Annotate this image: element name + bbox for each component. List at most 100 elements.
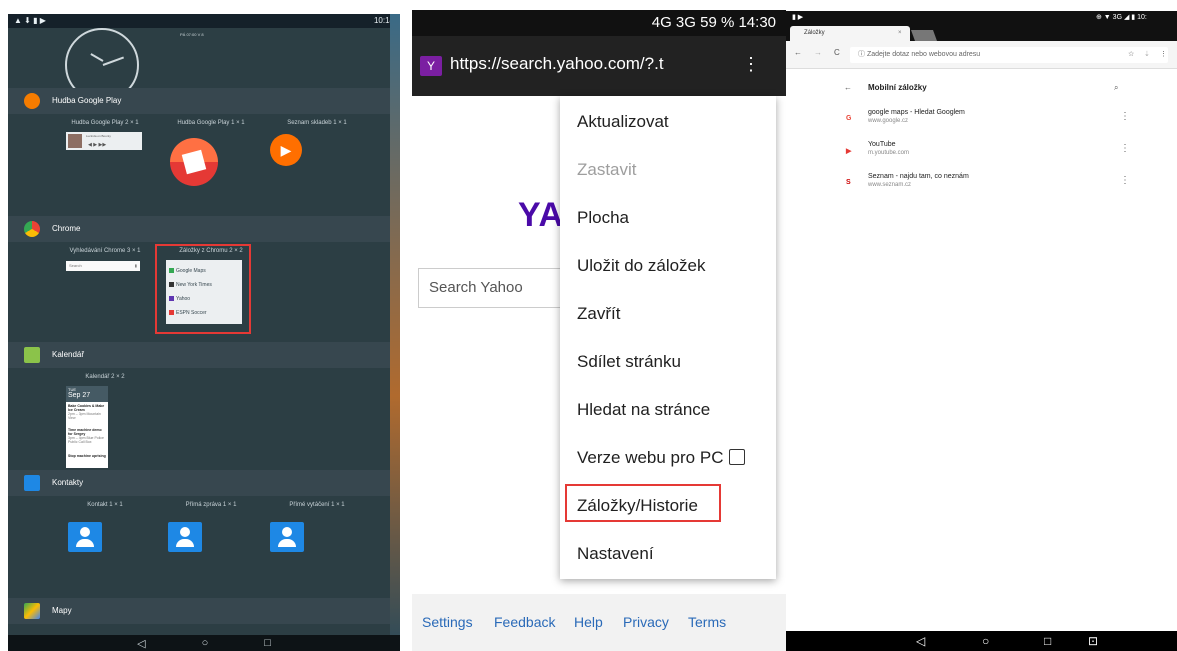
contacts-icon bbox=[24, 475, 40, 491]
direct-dial-widget-icon[interactable] bbox=[270, 522, 304, 552]
back-arrow-icon[interactable]: ← bbox=[844, 83, 852, 92]
playlist-play-icon[interactable]: ▶ bbox=[270, 134, 302, 166]
menu-item-desktop-site[interactable]: Verze webu pro PC bbox=[577, 448, 746, 468]
widget-title: Kalendář 2 × 2 bbox=[85, 374, 125, 380]
tablet-menu-icon[interactable]: ⋮ bbox=[1160, 47, 1167, 63]
status-left-icons: ▲ ⬇ ▮ ▶ bbox=[14, 16, 46, 25]
tab-bookmarks[interactable]: Záložky × bbox=[790, 26, 910, 41]
screenshot-icon[interactable]: ⊡ bbox=[1088, 634, 1098, 648]
bookmark-title: YouTube bbox=[868, 141, 896, 148]
chrome-search-widget[interactable]: Search ▮ bbox=[66, 261, 140, 271]
nav-bar: ◁ ○ □ bbox=[8, 635, 400, 651]
play-music-logo-icon[interactable] bbox=[170, 138, 218, 186]
bookmark-item[interactable]: YouTube m.youtube.com bbox=[868, 141, 909, 156]
back-icon[interactable]: ◁ bbox=[916, 634, 925, 648]
calendar-event: Bake Cookies & Make Ice Cream 2pm – 3pm M… bbox=[68, 404, 105, 420]
playback-controls-icon: ◀ ▶ ▶▶ bbox=[88, 142, 107, 148]
menu-item-home[interactable]: Plocha bbox=[577, 208, 629, 228]
recents-icon[interactable]: □ bbox=[264, 637, 271, 649]
bookmark-menu-icon[interactable]: ⋮ bbox=[1120, 143, 1130, 154]
tab-title: Záložky bbox=[804, 30, 825, 36]
home-icon[interactable]: ○ bbox=[202, 637, 209, 649]
widget-title: Hudba Google Play 2 × 1 bbox=[71, 120, 139, 126]
footer-link-terms[interactable]: Terms bbox=[688, 614, 726, 630]
calendar-widget-preview[interactable]: TUE Sep 27 Bake Cookies & Make Ice Cream… bbox=[66, 386, 108, 468]
back-icon[interactable]: ◁ bbox=[137, 637, 145, 650]
omnibox-placeholder: Zadejte dotaz nebo webovou adresu bbox=[866, 51, 981, 58]
section-header-music: Hudba Google Play bbox=[8, 88, 390, 114]
section-header-calendar: Kalendář bbox=[8, 342, 390, 368]
yahoo-logo: YA bbox=[518, 196, 565, 234]
widget-title: Hudba Google Play 1 × 1 bbox=[177, 120, 245, 126]
bookmark-title: google maps - Hledat Googlem bbox=[868, 109, 965, 116]
highlight-box bbox=[155, 244, 251, 334]
info-icon: ⓘ bbox=[858, 51, 867, 58]
menu-item-share[interactable]: Sdílet stránku bbox=[577, 352, 681, 372]
bookmark-item[interactable]: Seznam - najdu tam, co neznám www.seznam… bbox=[868, 173, 969, 188]
section-header-chrome: Chrome bbox=[8, 216, 390, 242]
direct-message-widget-icon[interactable] bbox=[168, 522, 202, 552]
footer-link-settings[interactable]: Settings bbox=[422, 614, 473, 630]
search-icon[interactable]: ⌕ bbox=[1114, 83, 1118, 93]
star-icon[interactable]: ☆ bbox=[1128, 47, 1134, 63]
bookmarks-section-title: Mobilní záložky bbox=[868, 83, 927, 92]
tablet-top-bar: ▮ ▶ ⊕ ▼ 3G ◢ ▮ 10: Záložky × bbox=[786, 11, 1177, 41]
highlight-box bbox=[565, 484, 721, 522]
widget-title: Seznam skladeb 1 × 1 bbox=[287, 120, 347, 126]
page-footer: Settings Feedback Help Privacy Terms bbox=[412, 594, 786, 651]
music-mini-text: Lucinda on Bounty bbox=[86, 134, 111, 138]
footer-link-privacy[interactable]: Privacy bbox=[623, 614, 669, 630]
back-arrow-icon[interactable]: ← bbox=[794, 48, 802, 57]
widget-title: Přímé vytáčení 1 × 1 bbox=[289, 502, 345, 508]
new-tab-button[interactable] bbox=[910, 30, 938, 41]
calendar-event: Time machine demo for Sergey 3pm – 4pm Bl… bbox=[68, 428, 104, 444]
calendar-day: Sep 27 bbox=[68, 392, 91, 399]
bookmark-menu-icon[interactable]: ⋮ bbox=[1120, 175, 1130, 186]
recents-icon[interactable]: □ bbox=[1044, 634, 1051, 648]
section-title: Kalendář bbox=[52, 350, 85, 359]
site-lock-icon: Y bbox=[420, 56, 442, 76]
home-icon[interactable]: ○ bbox=[982, 634, 989, 648]
widget-picker-panel: ▲ ⬇ ▮ ▶ 10:14 PÁ 07:00 V 8 Hudba Google … bbox=[8, 14, 400, 651]
widget-title: Vyhledávání Chrome 3 × 1 bbox=[69, 248, 141, 254]
reload-icon[interactable]: C bbox=[834, 48, 840, 57]
phone-browser-panel: 4G 3G 59 % 14:30 Y https://search.yahoo.… bbox=[412, 10, 786, 651]
seznam-favicon-icon: S bbox=[846, 179, 851, 186]
menu-item-find[interactable]: Hledat na stránce bbox=[577, 400, 710, 420]
music-widget-preview[interactable]: Lucinda on Bounty ◀ ▶ ▶▶ bbox=[66, 132, 142, 150]
bookmark-url: www.seznam.cz bbox=[868, 182, 912, 188]
bookmark-menu-icon[interactable]: ⋮ bbox=[1120, 111, 1130, 122]
chrome-icon bbox=[24, 221, 40, 237]
bookmark-item[interactable]: google maps - Hledat Googlem www.google.… bbox=[868, 109, 965, 124]
search-input[interactable]: Search Yahoo bbox=[418, 268, 568, 308]
status-time: ⊕ ▼ 3G ◢ ▮ 10: bbox=[1096, 14, 1147, 21]
overflow-menu-icon[interactable]: ⋮ bbox=[742, 54, 760, 75]
url-text[interactable]: https://search.yahoo.com/?.t bbox=[450, 54, 664, 74]
menu-item-settings[interactable]: Nastavení bbox=[577, 544, 654, 564]
omnibox[interactable]: ⓘ Zadejte dotaz nebo webovou adresu ☆ ⇣ … bbox=[850, 47, 1168, 63]
download-icon[interactable]: ⇣ bbox=[1144, 47, 1150, 63]
tab-close-icon[interactable]: × bbox=[898, 26, 902, 41]
footer-link-feedback[interactable]: Feedback bbox=[494, 614, 555, 630]
forward-arrow-icon[interactable]: → bbox=[814, 48, 822, 57]
url-bar[interactable]: Y https://search.yahoo.com/?.t ⋮ bbox=[412, 36, 786, 96]
menu-item-refresh[interactable]: Aktualizovat bbox=[577, 112, 669, 132]
status-left-icons: ▮ ▶ bbox=[792, 14, 804, 21]
widget-title: Přímá zpráva 1 × 1 bbox=[185, 502, 237, 508]
menu-item-bookmark[interactable]: Uložit do záložek bbox=[577, 256, 706, 276]
footer-link-help[interactable]: Help bbox=[574, 614, 603, 630]
calendar-icon bbox=[24, 347, 40, 363]
maps-icon bbox=[24, 603, 40, 619]
desktop-site-checkbox[interactable] bbox=[729, 449, 746, 465]
section-header-contacts: Kontakty bbox=[8, 470, 390, 496]
mic-icon: ▮ bbox=[134, 263, 137, 268]
menu-item-stop: Zastavit bbox=[577, 160, 637, 179]
overflow-menu: Aktualizovat Zastavit Plocha Uložit do z… bbox=[560, 96, 776, 579]
play-music-icon bbox=[24, 93, 40, 109]
contact-widget-icon[interactable] bbox=[68, 522, 102, 552]
status-time-text: 10: bbox=[1137, 14, 1147, 21]
bookmark-url: www.google.cz bbox=[868, 118, 909, 124]
phone-status-bar: 4G 3G 59 % 14:30 bbox=[412, 10, 786, 36]
menu-item-close[interactable]: Zavřít bbox=[577, 304, 620, 324]
google-favicon-icon: G bbox=[846, 115, 852, 122]
